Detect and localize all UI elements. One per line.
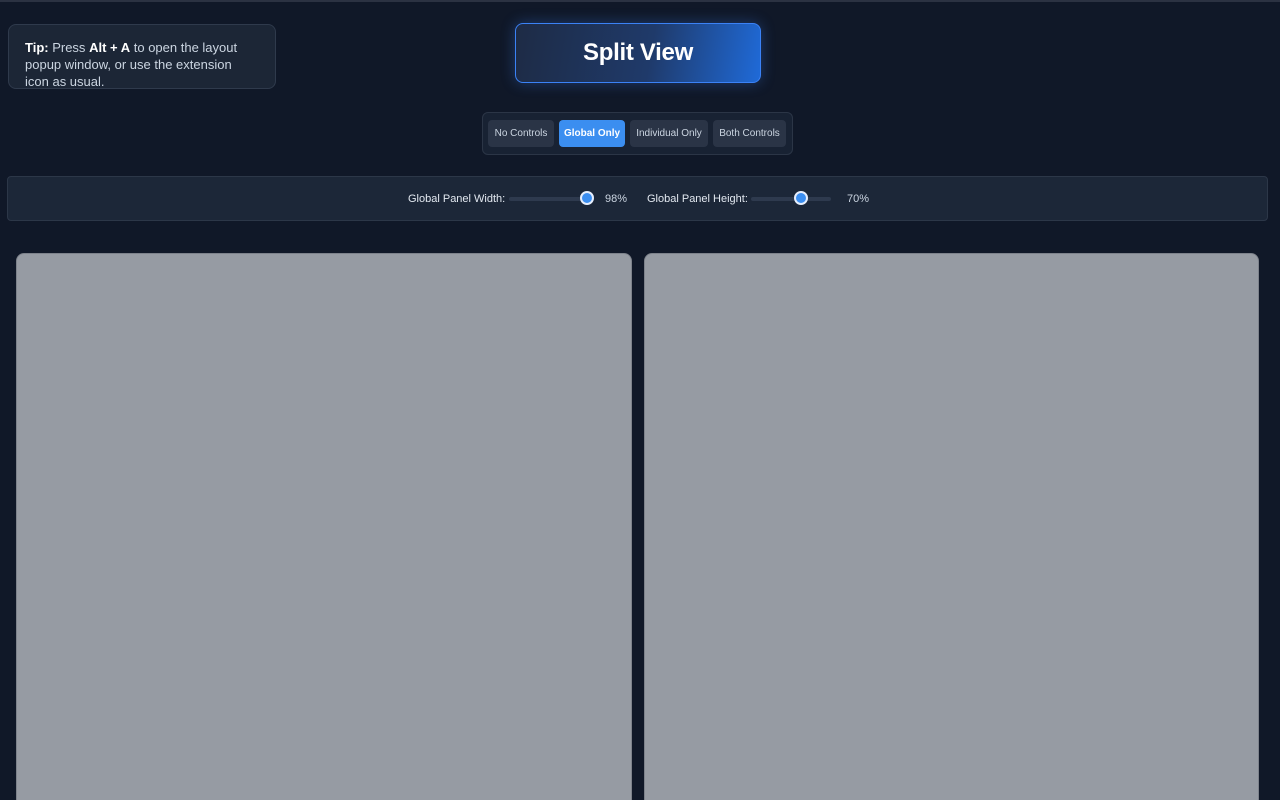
tip-lead: Tip: — [25, 40, 49, 55]
panel-height-slider-thumb[interactable] — [794, 191, 808, 205]
mode-both-controls-button[interactable]: Both Controls — [713, 120, 786, 147]
panel-width-value: 98% — [605, 193, 628, 205]
global-controls-bar: Global Panel Width: 98% Global Panel Hei… — [7, 176, 1268, 221]
split-panel-right[interactable] — [644, 253, 1259, 800]
panel-height-slider[interactable] — [751, 191, 831, 205]
tip-box: Tip: Press Alt + A to open the layout po… — [8, 24, 276, 89]
panel-width-slider-thumb[interactable] — [580, 191, 595, 205]
mode-no-controls-button[interactable]: No Controls — [488, 120, 554, 147]
panel-height-value: 70% — [847, 193, 870, 205]
control-mode-group: No Controls Global Only Individual Only … — [482, 112, 793, 155]
panel-width-slider[interactable] — [509, 191, 595, 205]
mode-global-only-button[interactable]: Global Only — [559, 120, 625, 147]
mode-individual-only-button[interactable]: Individual Only — [630, 120, 708, 147]
tip-shortcut: Alt + A — [89, 40, 131, 55]
split-panel-left[interactable] — [16, 253, 632, 800]
panel-height-label: Global Panel Height: — [647, 193, 748, 205]
split-view-title-button[interactable]: Split View — [515, 23, 761, 83]
tip-text-1: Press — [48, 40, 90, 55]
panel-width-label: Global Panel Width: — [408, 193, 506, 205]
